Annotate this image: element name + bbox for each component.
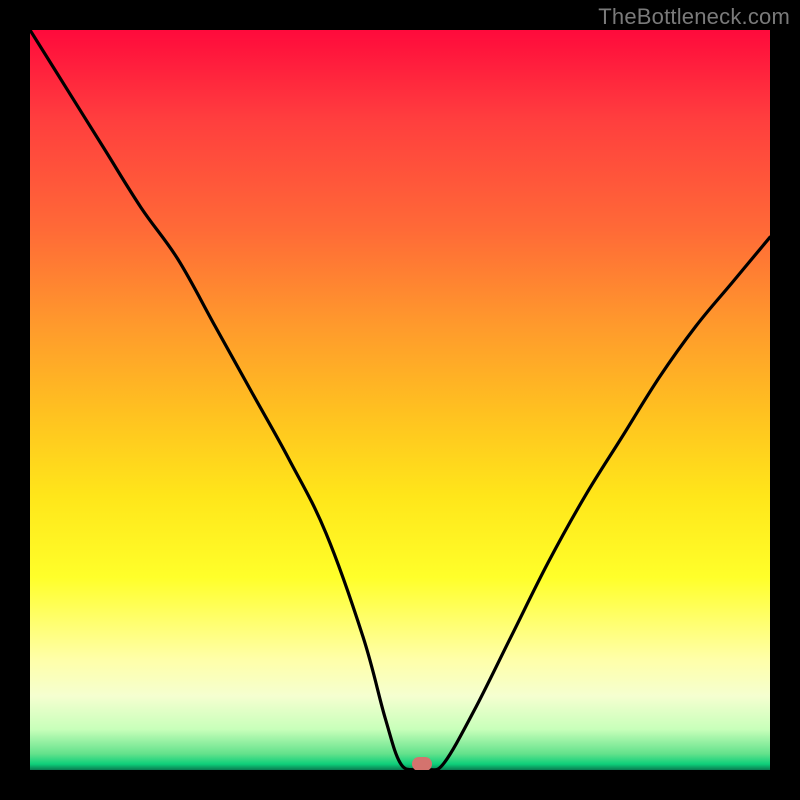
- optimal-point-marker: [412, 757, 432, 770]
- plot-area: [30, 30, 770, 770]
- chart-frame: TheBottleneck.com: [0, 0, 800, 800]
- watermark-text: TheBottleneck.com: [598, 4, 790, 30]
- gradient-background: [30, 30, 770, 770]
